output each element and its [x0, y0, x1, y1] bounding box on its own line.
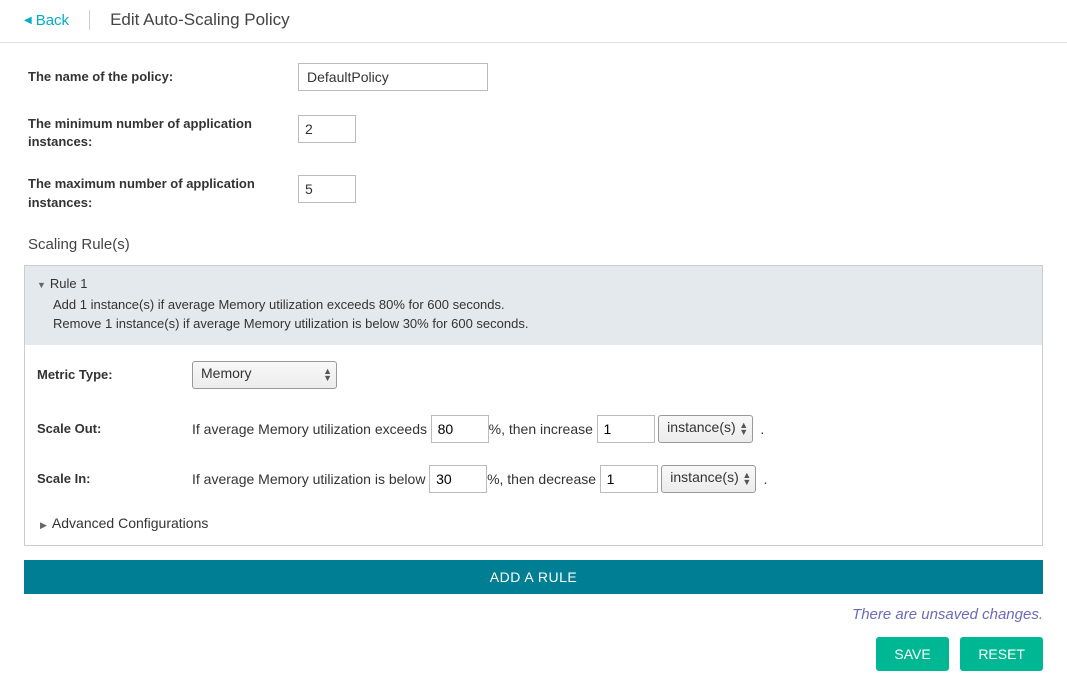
scale-in-unit-value: instance(s): [670, 469, 738, 485]
chevron-updown-icon: ▲▼: [742, 472, 751, 486]
metric-type-value: Memory: [201, 365, 252, 381]
scale-in-period: .: [764, 471, 768, 487]
policy-name-input[interactable]: [298, 63, 488, 91]
max-instances-label: The maximum number of application instan…: [28, 175, 298, 211]
chevron-updown-icon: ▲▼: [739, 422, 748, 436]
scale-in-unit-select[interactable]: instance(s) ▲▼: [661, 465, 756, 493]
scale-out-text-pre: If average Memory utilization exceeds: [192, 421, 427, 437]
advanced-configurations-toggle[interactable]: Advanced Configurations: [37, 515, 1030, 531]
scale-out-unit-select[interactable]: instance(s) ▲▼: [658, 415, 753, 443]
chevron-updown-icon: ▲▼: [323, 368, 332, 382]
header-divider: [89, 10, 90, 30]
scale-in-threshold-input[interactable]: [429, 465, 487, 493]
rule-title-toggle[interactable]: Rule 1: [37, 276, 1030, 291]
scale-out-unit-value: instance(s): [667, 419, 735, 435]
rule-scale-in-desc: Remove 1 instance(s) if average Memory u…: [37, 316, 1030, 331]
metric-type-select[interactable]: Memory ▲▼: [192, 361, 337, 389]
scaling-rules-title: Scaling Rule(s): [28, 236, 1067, 253]
scale-in-text-pre: If average Memory utilization is below: [192, 471, 425, 487]
unsaved-changes-msg: There are unsaved changes.: [24, 606, 1043, 623]
rule-body: Metric Type: Memory ▲▼ Scale Out: If ave…: [25, 345, 1042, 545]
save-button[interactable]: SAVE: [876, 637, 948, 671]
footer: There are unsaved changes. SAVE RESET: [0, 594, 1067, 691]
rule-box: Rule 1 Add 1 instance(s) if average Memo…: [24, 265, 1043, 546]
min-instances-label: The minimum number of application instan…: [28, 115, 298, 151]
scale-out-period: .: [760, 421, 764, 437]
reset-button[interactable]: RESET: [960, 637, 1043, 671]
header-bar: Back Edit Auto-Scaling Policy: [0, 0, 1067, 43]
rule-header: Rule 1 Add 1 instance(s) if average Memo…: [25, 266, 1042, 345]
form-area: The name of the policy: The minimum numb…: [0, 43, 1067, 212]
rule-scale-out-desc: Add 1 instance(s) if average Memory util…: [37, 297, 1030, 312]
back-link[interactable]: Back: [24, 12, 69, 29]
scale-out-text-mid: %, then increase: [489, 421, 593, 437]
min-instances-input[interactable]: [298, 115, 356, 143]
page-title: Edit Auto-Scaling Policy: [110, 10, 290, 30]
scale-out-label: Scale Out:: [37, 421, 192, 436]
scale-in-count-input[interactable]: [600, 465, 658, 493]
metric-type-label: Metric Type:: [37, 367, 192, 382]
scale-out-threshold-input[interactable]: [431, 415, 489, 443]
scale-in-text-mid: %, then decrease: [487, 471, 596, 487]
scale-in-label: Scale In:: [37, 471, 192, 486]
scale-out-count-input[interactable]: [597, 415, 655, 443]
policy-name-label: The name of the policy:: [28, 63, 298, 86]
add-rule-button[interactable]: ADD A RULE: [24, 560, 1043, 594]
max-instances-input[interactable]: [298, 175, 356, 203]
